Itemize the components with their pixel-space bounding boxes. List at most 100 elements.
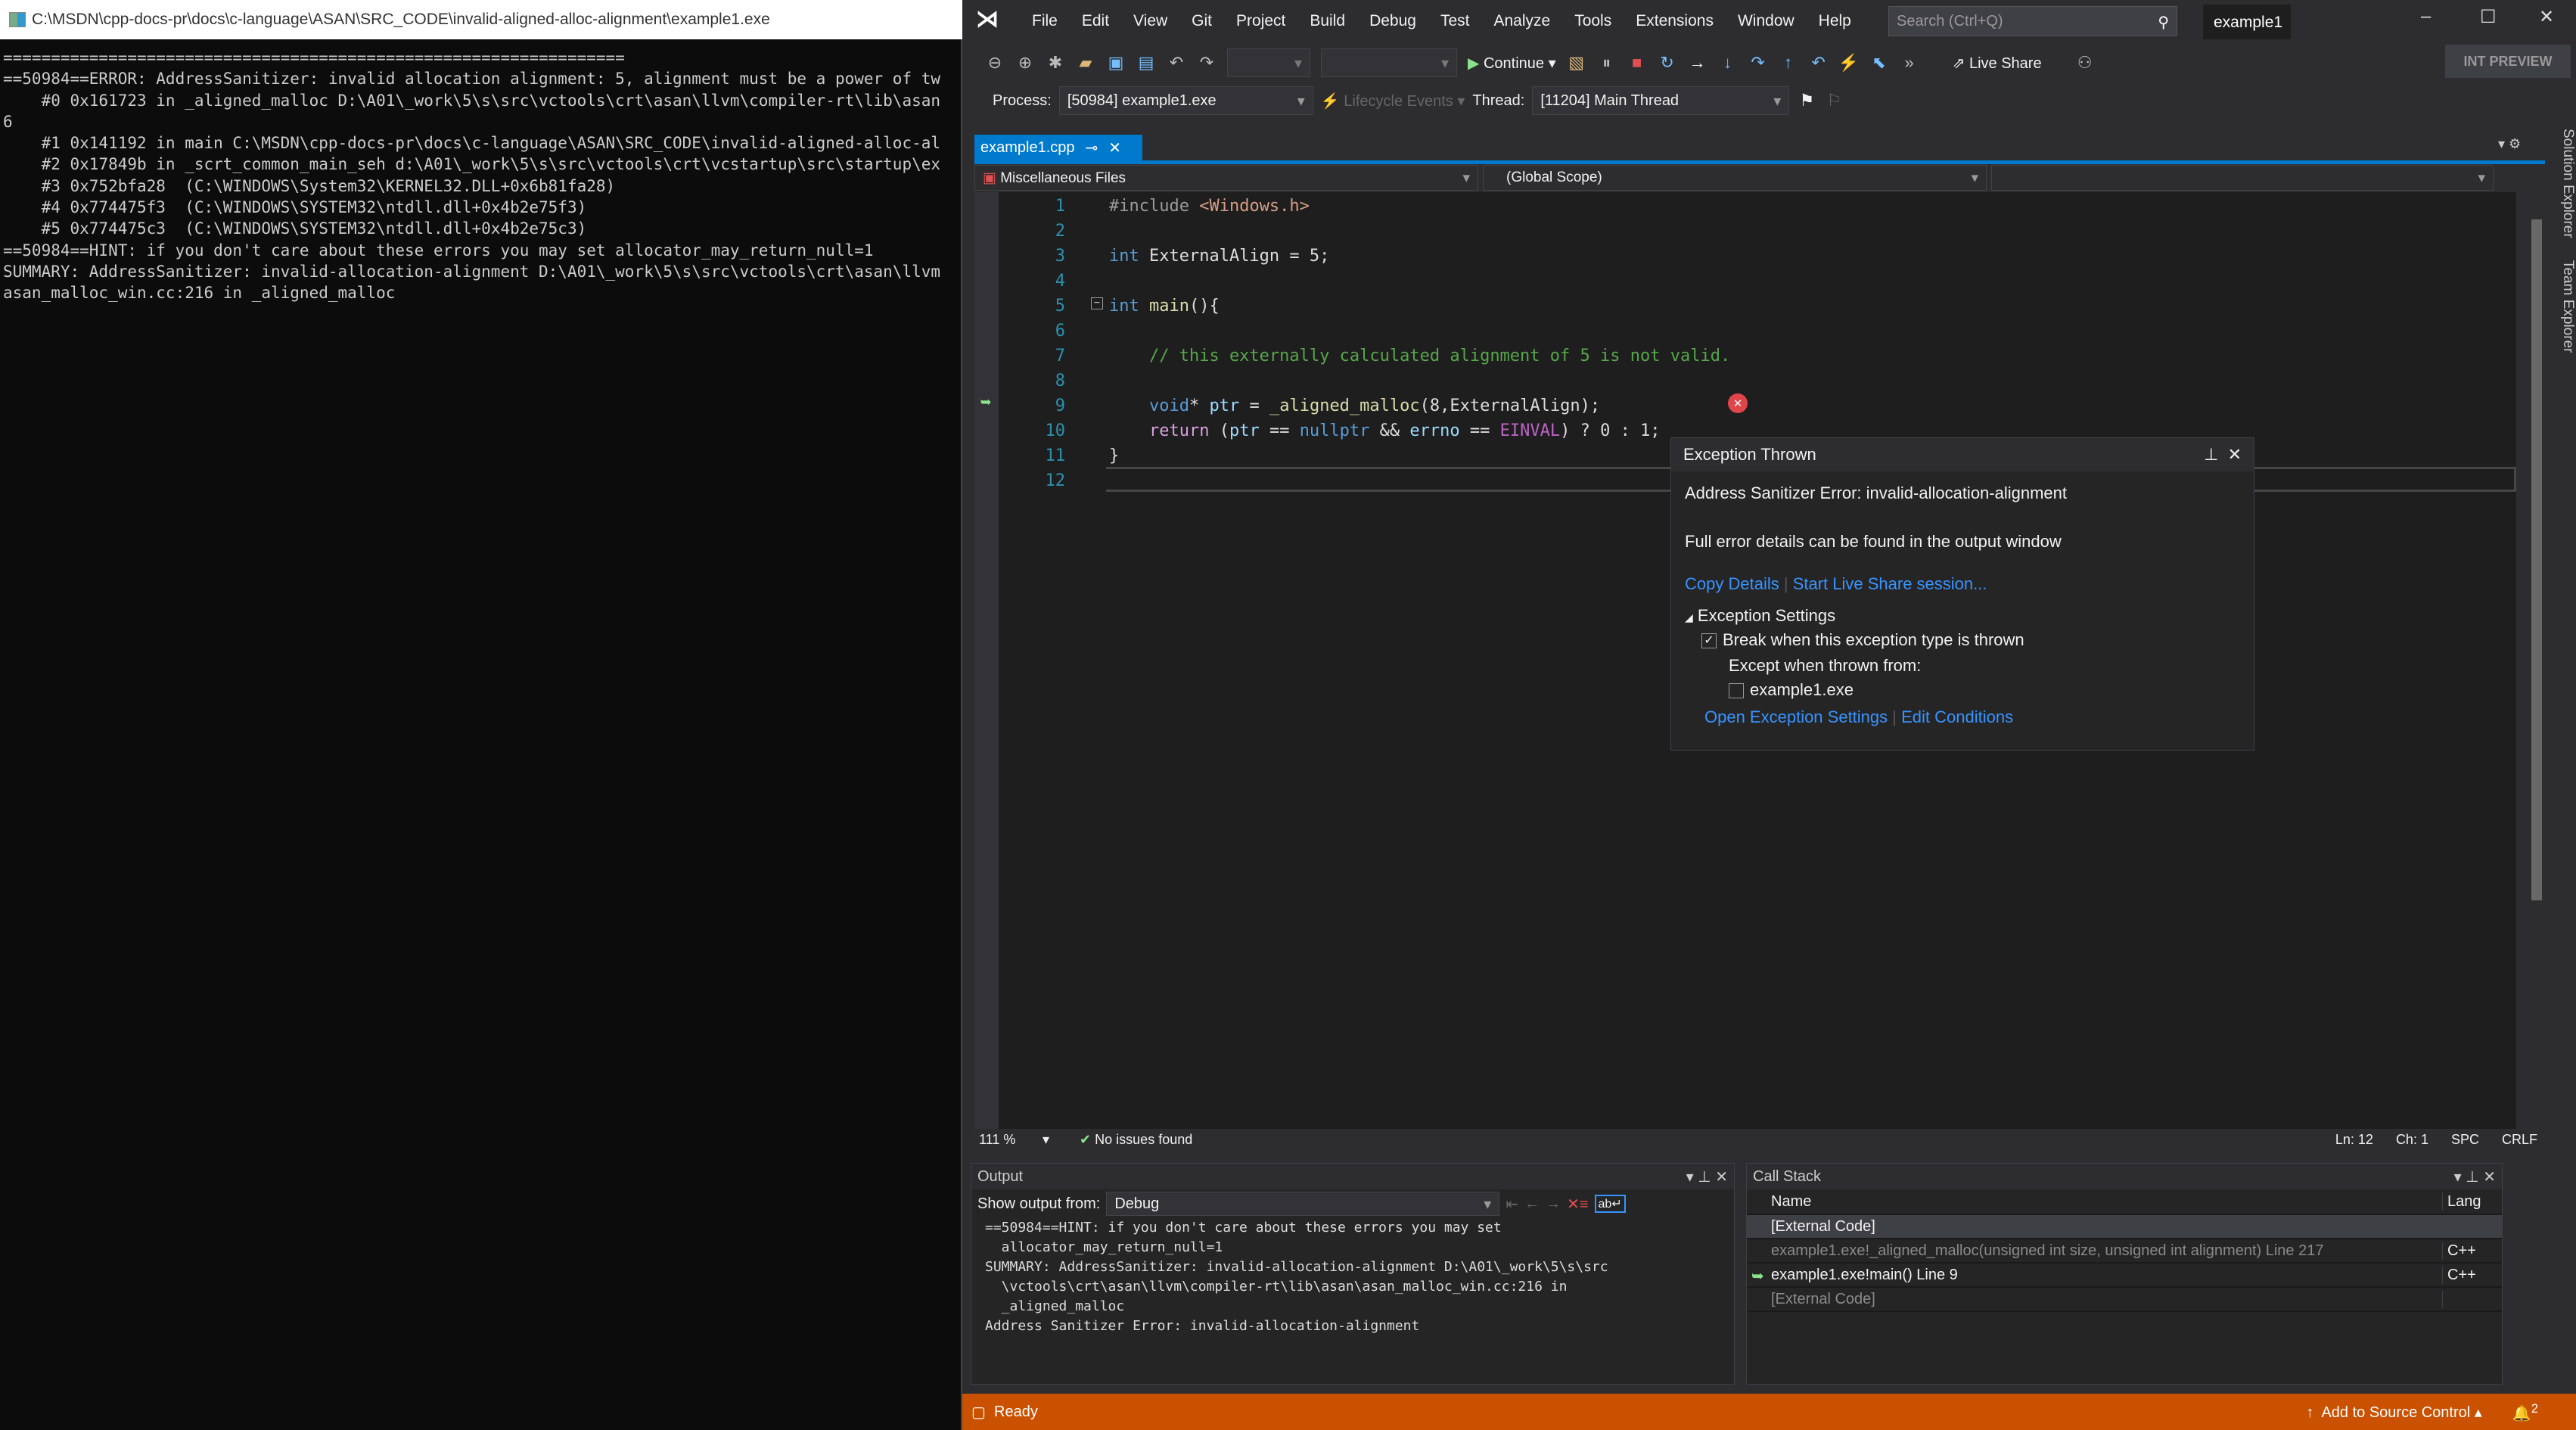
menu-git[interactable]: Git bbox=[1179, 12, 1224, 30]
flag-all-icon[interactable]: ⚐ bbox=[1824, 91, 1844, 110]
menu-edit[interactable]: Edit bbox=[1070, 12, 1121, 30]
int-preview-badge[interactable]: INT PREVIEW bbox=[2445, 45, 2571, 78]
find-message-icon[interactable]: ⇤ bbox=[1506, 1195, 1518, 1214]
step-over-icon[interactable]: ↷ bbox=[1748, 53, 1768, 73]
menu-file[interactable]: File bbox=[1020, 12, 1070, 30]
maximize-button[interactable]: ☐ bbox=[2480, 6, 2497, 28]
column-header-name[interactable]: Name bbox=[1747, 1192, 2443, 1211]
forward-icon[interactable]: ⊕ bbox=[1015, 53, 1035, 73]
code-line[interactable]: 4 bbox=[974, 269, 2412, 294]
add-to-source-control-button[interactable]: ↑ Add to Source Control ▴ bbox=[2306, 1403, 2481, 1422]
pin-popup-icon[interactable]: ⊥ bbox=[2204, 445, 2218, 464]
exception-settings-header[interactable]: ◢ Exception Settings bbox=[1671, 594, 2254, 626]
pin-icon[interactable]: ⊥ bbox=[2466, 1169, 2478, 1186]
cursor-icon[interactable]: ⬉ bbox=[1869, 53, 1889, 73]
menu-help[interactable]: Help bbox=[1807, 12, 1863, 30]
show-next-statement-icon[interactable]: → bbox=[1688, 53, 1707, 73]
close-panel-icon[interactable]: ✕ bbox=[1715, 1169, 1728, 1186]
issues-status[interactable]: No issues found bbox=[1095, 1132, 1192, 1148]
menu-analyze[interactable]: Analyze bbox=[1481, 12, 1562, 30]
menu-project[interactable]: Project bbox=[1224, 12, 1297, 30]
save-all-icon[interactable]: ▤ bbox=[1136, 53, 1156, 73]
line-ending-status[interactable]: CRLF bbox=[2502, 1132, 2537, 1148]
checkbox[interactable] bbox=[1729, 683, 1744, 699]
save-icon[interactable]: ▣ bbox=[1106, 53, 1126, 73]
menu-view[interactable]: View bbox=[1121, 12, 1179, 30]
code-line[interactable]: 6 bbox=[974, 319, 2412, 344]
code-line[interactable]: 8 bbox=[974, 368, 2412, 393]
except-module-checkbox[interactable]: example1.exe bbox=[1671, 676, 2254, 700]
live-share-button[interactable]: ⇗ Live Share bbox=[1953, 54, 2042, 73]
restart-icon[interactable]: ↻ bbox=[1658, 53, 1677, 73]
close-popup-icon[interactable]: ✕ bbox=[2228, 445, 2242, 464]
menu-debug[interactable]: Debug bbox=[1357, 12, 1428, 30]
process-dropdown[interactable]: [50984] example1.exe ▾ bbox=[1058, 86, 1313, 115]
minimize-button[interactable]: – bbox=[2421, 6, 2431, 27]
platform-dropdown[interactable]: ▾ bbox=[1321, 48, 1457, 77]
open-exception-settings-link[interactable]: Open Exception Settings bbox=[1704, 707, 1888, 726]
clear-all-icon[interactable]: ✕≡ bbox=[1567, 1195, 1588, 1214]
project-dropdown[interactable]: ▣ Miscellaneous Files ▾ bbox=[974, 165, 1478, 191]
team-explorer-tab[interactable]: Team Explorer bbox=[2560, 260, 2576, 353]
code-line[interactable]: 2 bbox=[974, 219, 2412, 244]
copy-details-link[interactable]: Copy Details bbox=[1685, 574, 1779, 593]
tab-example1-cpp[interactable]: example1.cpp ⊸ ✕ bbox=[974, 135, 1142, 160]
thread-dropdown[interactable]: [11204] Main Thread ▾ bbox=[1532, 86, 1790, 115]
lifecycle-events-button[interactable]: ⚡ Lifecycle Events ▾ bbox=[1321, 92, 1465, 110]
callstack-row[interactable]: [External Code] bbox=[1747, 1288, 2502, 1312]
search-input[interactable]: Search (Ctrl+Q) ⚲ bbox=[1888, 6, 2177, 36]
pin-icon[interactable]: ⊸ bbox=[1086, 138, 1098, 157]
output-source-dropdown[interactable]: Debug ▾ bbox=[1106, 1192, 1500, 1216]
step-out-icon[interactable]: ↑ bbox=[1779, 53, 1798, 73]
scope-dropdown[interactable]: (Global Scope) ▾ bbox=[1483, 165, 1987, 191]
config-dropdown[interactable]: ▾ bbox=[1227, 48, 1310, 77]
menu-tools[interactable]: Tools bbox=[1562, 12, 1624, 30]
callstack-row[interactable]: [External Code] bbox=[1747, 1215, 2502, 1239]
collapse-icon[interactable]: − bbox=[1091, 297, 1103, 309]
menu-window[interactable]: Window bbox=[1726, 12, 1807, 30]
exception-error-icon[interactable]: ✕ bbox=[1728, 393, 1748, 413]
zoom-dropdown-icon[interactable]: ▾ bbox=[1043, 1132, 1049, 1148]
flag-thread-icon[interactable]: ⚑ bbox=[1797, 91, 1816, 110]
new-project-icon[interactable]: ✱ bbox=[1046, 53, 1065, 73]
undo-icon[interactable]: ↶ bbox=[1167, 53, 1186, 73]
column-header-lang[interactable]: Lang bbox=[2443, 1193, 2481, 1211]
pause-icon[interactable]: ⏸ bbox=[1597, 53, 1617, 73]
step-into-icon[interactable]: ↓ bbox=[1718, 53, 1738, 73]
step-back-icon[interactable]: ↶ bbox=[1809, 53, 1829, 73]
edit-conditions-link[interactable]: Edit Conditions bbox=[1901, 707, 2013, 726]
prev-message-icon[interactable]: ← bbox=[1524, 1195, 1540, 1213]
next-message-icon[interactable]: → bbox=[1546, 1195, 1561, 1213]
code-line[interactable]: 7 // this externally calculated alignmen… bbox=[974, 344, 2412, 368]
start-live-share-link[interactable]: Start Live Share session... bbox=[1793, 574, 1987, 593]
whitespace-status[interactable]: SPC bbox=[2451, 1132, 2479, 1148]
close-window-button[interactable]: ✕ bbox=[2539, 6, 2554, 28]
tab-dropdown-icon[interactable]: ▾ ⚙ bbox=[2498, 136, 2521, 152]
callstack-row[interactable]: example1.exe!_aligned_malloc(unsigned in… bbox=[1747, 1239, 2502, 1264]
panel-dropdown-icon[interactable]: ▾ bbox=[2454, 1169, 2462, 1186]
back-icon[interactable]: ⊖ bbox=[985, 53, 1005, 73]
debug-target-icon[interactable]: ▧ bbox=[1567, 53, 1586, 73]
pin-icon[interactable]: ⊥ bbox=[1698, 1169, 1711, 1186]
break-when-thrown-checkbox[interactable]: ✓ Break when this exception type is throw… bbox=[1671, 626, 2254, 650]
solution-explorer-tab[interactable]: Solution Explorer bbox=[2560, 129, 2576, 238]
menu-test[interactable]: Test bbox=[1428, 12, 1482, 30]
code-line[interactable]: 3 int ExternalAlign = 5; bbox=[974, 244, 2412, 269]
toolbar-overflow-icon[interactable]: » bbox=[1900, 53, 1919, 73]
menu-extensions[interactable]: Extensions bbox=[1624, 12, 1726, 30]
zoom-level[interactable]: 111 % bbox=[974, 1132, 1043, 1148]
callstack-row[interactable]: example1.exe!main() Line 9 ➥ C++ bbox=[1747, 1264, 2502, 1288]
menu-build[interactable]: Build bbox=[1297, 12, 1357, 30]
close-panel-icon[interactable]: ✕ bbox=[2483, 1169, 2496, 1186]
continue-button[interactable]: ▶ Continue ▾ bbox=[1468, 54, 1556, 73]
code-line[interactable]: 1 #include <Windows.h> bbox=[974, 194, 2412, 219]
open-folder-icon[interactable]: ▰ bbox=[1076, 53, 1095, 73]
member-dropdown[interactable]: ▾ bbox=[1991, 165, 2494, 191]
console-title-bar[interactable]: C:\MSDN\cpp-docs-pr\docs\c-language\ASAN… bbox=[0, 0, 962, 39]
word-wrap-toggle-icon[interactable]: ab↵ bbox=[1594, 1195, 1626, 1213]
feedback-icon[interactable]: ⚇ bbox=[2075, 53, 2095, 73]
code-line[interactable]: 5 int main(){ bbox=[974, 294, 2412, 319]
checkbox[interactable]: ✓ bbox=[1701, 633, 1717, 649]
hot-reload-icon[interactable]: ⚡ bbox=[1838, 53, 1859, 73]
notifications-icon[interactable]: 🔔2 bbox=[2512, 1401, 2538, 1423]
